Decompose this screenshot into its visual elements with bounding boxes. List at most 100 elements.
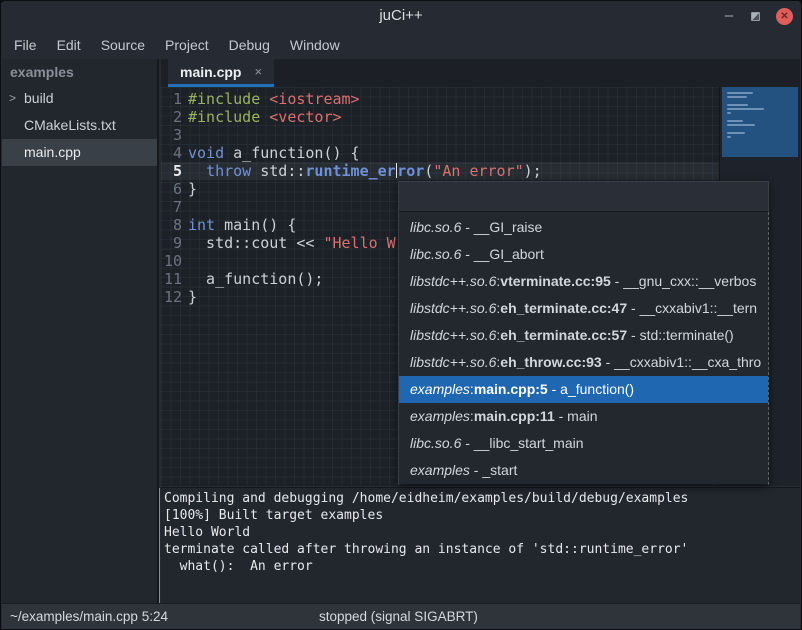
token-kw: void xyxy=(188,144,224,162)
frame-module: examples xyxy=(410,381,470,397)
file-tree-sidebar: examples > build CMakeLists.txt main.cpp xyxy=(2,59,159,603)
code-text: } xyxy=(188,180,197,198)
backtrace-item[interactable]: libstdc++.so.6:eh_terminate.cc:57 - std:… xyxy=(399,322,768,349)
token-pln: ( xyxy=(424,162,433,180)
text-cursor xyxy=(396,163,398,178)
tab-bar: main.cpp × xyxy=(161,59,800,87)
code-text: throw std::runtime_error("An error"); xyxy=(188,162,542,180)
line-number: 1 xyxy=(161,90,188,108)
code-text: void a_function() { xyxy=(188,144,360,162)
menu-edit[interactable]: Edit xyxy=(47,31,91,59)
frame-function: - __cxxabiv1::__tern xyxy=(627,300,757,316)
backtrace-popup: libc.so.6 - __GI_raiselibc.so.6 - __GI_a… xyxy=(398,181,769,485)
frame-function: - main xyxy=(555,408,598,424)
terminal-line: terminate called after throwing an insta… xyxy=(164,541,800,558)
file-label: CMakeLists.txt xyxy=(24,117,116,133)
frame-location: eh_terminate.cc:47 xyxy=(500,300,627,316)
line-number: 12 xyxy=(161,288,188,306)
menu-bar: FileEditSourceProjectDebugWindow xyxy=(1,31,801,59)
frame-function: - _start xyxy=(470,462,517,478)
line-number: 8 xyxy=(161,216,188,234)
file-tree: > build CMakeLists.txt main.cpp xyxy=(2,85,157,166)
frame-module: examples xyxy=(410,408,470,424)
cursor-location: ~/examples/main.cpp 5:24 xyxy=(10,604,168,629)
build-output-terminal[interactable]: Compiling and debugging /home/eidheim/ex… xyxy=(161,487,800,605)
backtrace-item[interactable]: libstdc++.so.6:eh_throw.cc:93 - __cxxabi… xyxy=(399,349,768,376)
token-pln: a_function() { xyxy=(224,144,359,162)
token-pln xyxy=(260,108,269,126)
backtrace-item[interactable]: examples:main.cpp:11 - main xyxy=(399,403,768,430)
backtrace-item[interactable]: libc.so.6 - __GI_raise xyxy=(399,214,768,241)
sidebar-item-main-cpp[interactable]: main.cpp xyxy=(2,139,157,166)
backtrace-item[interactable]: libc.so.6 - __GI_abort xyxy=(399,241,768,268)
backtrace-item[interactable]: libc.so.6 - __libc_start_main xyxy=(399,430,768,457)
code-line[interactable]: 1#include <iostream> xyxy=(161,90,719,108)
frame-module: libstdc++.so.6 xyxy=(410,327,496,343)
frame-location: vterminate.cc:95 xyxy=(500,273,611,289)
tab-close-icon[interactable]: × xyxy=(254,64,262,79)
minimize-button[interactable]: – xyxy=(723,1,735,31)
frame-module: libstdc++.so.6 xyxy=(410,354,496,370)
frame-function: - __libc_start_main xyxy=(461,435,583,451)
code-text: } xyxy=(188,288,197,306)
token-pln: std:: xyxy=(251,162,305,180)
token-str: "Hello W xyxy=(323,234,395,252)
title-bar[interactable]: juCi++ – ✕ xyxy=(1,1,801,31)
frame-module: libc.so.6 xyxy=(410,435,461,451)
sidebar-item-cmakelists-txt[interactable]: CMakeLists.txt xyxy=(2,112,157,139)
line-number: 6 xyxy=(161,180,188,198)
line-number: 7 xyxy=(161,198,188,216)
frame-location: main.cpp:5 xyxy=(474,381,548,397)
menu-debug[interactable]: Debug xyxy=(219,31,280,59)
terminal-line: what(): An error xyxy=(164,558,800,575)
frame-module: libc.so.6 xyxy=(410,219,461,235)
menu-project[interactable]: Project xyxy=(155,31,219,59)
code-line[interactable]: 5 throw std::runtime_error("An error"); xyxy=(161,162,719,180)
code-text: #include <vector> xyxy=(188,108,342,126)
code-text: a_function(); xyxy=(188,270,323,288)
project-name-header: examples xyxy=(2,59,157,85)
frame-function: - __GI_raise xyxy=(461,219,542,235)
token-pln: } xyxy=(188,288,197,306)
frame-location: main.cpp:11 xyxy=(474,408,555,424)
token-str: <vector> xyxy=(269,108,341,126)
tab-main-cpp[interactable]: main.cpp × xyxy=(168,59,274,87)
tab-label: main.cpp xyxy=(180,64,241,80)
frame-module: libstdc++.so.6 xyxy=(410,300,496,316)
code-text: int main() { xyxy=(188,216,296,234)
backtrace-list: libc.so.6 - __GI_raiselibc.so.6 - __GI_a… xyxy=(399,212,769,485)
token-pln xyxy=(260,90,269,108)
code-text: std::cout << "Hello W xyxy=(188,234,396,252)
frame-module: examples xyxy=(410,462,470,478)
backtrace-item[interactable]: libstdc++.so.6:vterminate.cc:95 - __gnu_… xyxy=(399,268,768,295)
sidebar-item-build[interactable]: > build xyxy=(2,85,157,112)
overview-map-viewport[interactable] xyxy=(722,87,798,157)
menu-window[interactable]: Window xyxy=(280,31,350,59)
close-button[interactable]: ✕ xyxy=(776,8,793,25)
backtrace-item[interactable]: libstdc++.so.6:eh_terminate.cc:47 - __cx… xyxy=(399,295,768,322)
terminal-line: Compiling and debugging /home/eidheim/ex… xyxy=(164,490,800,507)
code-line[interactable]: 4void a_function() { xyxy=(161,144,719,162)
window-controls: – ✕ xyxy=(723,1,793,31)
restore-icon[interactable] xyxy=(751,12,760,21)
frame-function: - a_function() xyxy=(548,381,634,397)
file-label: build xyxy=(24,90,54,106)
code-line[interactable]: 3 xyxy=(161,126,719,144)
line-number: 9 xyxy=(161,234,188,252)
token-kw: throw xyxy=(206,162,251,180)
backtrace-item[interactable]: examples:main.cpp:5 - a_function() xyxy=(399,376,768,403)
backtrace-filter-input[interactable] xyxy=(399,181,769,212)
frame-module: libc.so.6 xyxy=(410,246,461,262)
chevron-right-icon[interactable]: > xyxy=(9,85,16,112)
frame-function: - __GI_abort xyxy=(461,246,544,262)
frame-location: eh_throw.cc:93 xyxy=(500,354,601,370)
menu-source[interactable]: Source xyxy=(91,31,155,59)
token-pre: #include xyxy=(188,108,260,126)
backtrace-item[interactable]: examples - _start xyxy=(399,457,768,484)
token-str: <iostream> xyxy=(269,90,359,108)
frame-location: eh_terminate.cc:57 xyxy=(500,327,627,343)
code-line[interactable]: 2#include <vector> xyxy=(161,108,719,126)
token-kw: int xyxy=(188,216,215,234)
line-number: 3 xyxy=(161,126,188,144)
menu-file[interactable]: File xyxy=(4,31,47,59)
